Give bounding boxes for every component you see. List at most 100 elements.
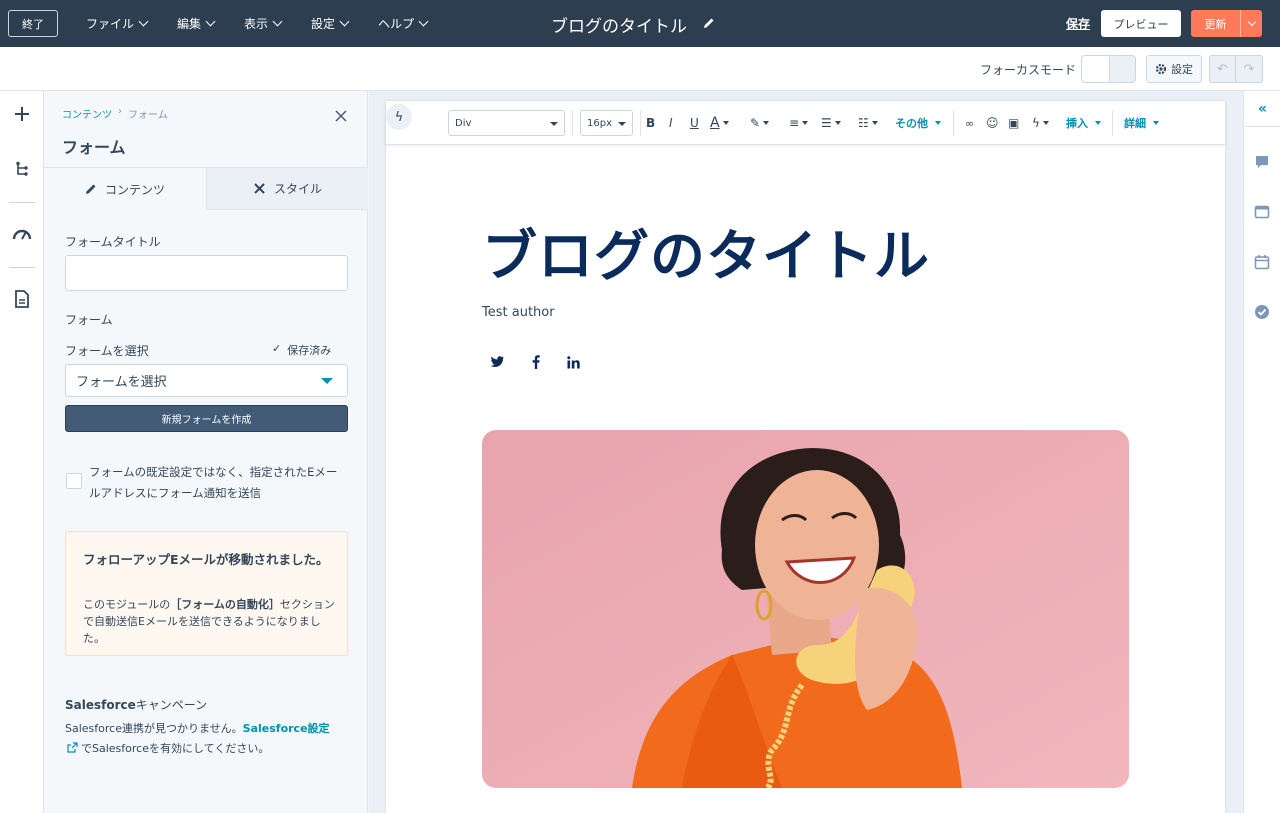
document-icon[interactable] <box>11 288 33 310</box>
form-title-input[interactable] <box>65 255 348 291</box>
bold-icon[interactable]: B <box>646 115 655 131</box>
add-icon[interactable] <box>11 103 33 125</box>
caret-down-icon <box>1095 121 1101 125</box>
preview-button[interactable]: プレビュー <box>1101 10 1181 37</box>
comment-icon[interactable] <box>1254 154 1270 170</box>
structure-tree-icon[interactable] <box>11 158 33 180</box>
menu-view[interactable]: 表示 <box>244 15 283 32</box>
personalize-icon[interactable]: ϟ <box>1032 115 1049 131</box>
toolbar-divider <box>1112 110 1113 136</box>
toggle-knob <box>1082 56 1110 82</box>
image-icon[interactable]: ▣ <box>1008 115 1019 131</box>
more-menu[interactable]: その他 <box>895 115 941 131</box>
menu-file[interactable]: ファイル <box>86 15 149 32</box>
collapse-double-chevron-icon[interactable]: « <box>1244 91 1280 127</box>
breadcrumb: コンテンツ › フォーム <box>62 106 168 121</box>
toolbar-divider <box>953 110 954 136</box>
caret-down-icon <box>1042 121 1049 125</box>
caret-down-icon <box>722 121 729 125</box>
redo-icon[interactable]: ↷ <box>1236 56 1262 82</box>
left-rail <box>0 91 44 813</box>
check-icon: ✓ <box>272 342 282 355</box>
caret-down-icon <box>1153 121 1159 125</box>
top-bar: 終了 ファイル 編集 表示 設定 ヘルプ ブログのタイトル 保存 プレビュー 更… <box>0 0 1280 47</box>
numbered-list-icon[interactable]: ☷ <box>858 115 878 131</box>
notice-title: フォローアップEメールが移動されました。 <box>83 552 329 567</box>
document-title[interactable]: ブログのタイトル <box>551 12 715 37</box>
menu-help[interactable]: ヘルプ <box>378 15 429 32</box>
form-select[interactable]: フォームを選択 <box>65 364 348 397</box>
close-icon[interactable] <box>334 108 348 122</box>
advanced-menu[interactable]: 詳細 <box>1124 115 1159 131</box>
settings-button[interactable]: 設定 <box>1146 55 1202 83</box>
align-icon[interactable]: ≡ <box>789 115 809 131</box>
italic-icon[interactable]: I <box>669 115 673 131</box>
breadcrumb-current: フォーム <box>128 110 168 121</box>
post-author[interactable]: Test author <box>482 305 555 320</box>
update-dropdown-toggle[interactable] <box>1240 10 1262 37</box>
saved-status: ✓ 保存済み <box>272 342 332 357</box>
undo-icon[interactable]: ↶ <box>1210 56 1237 82</box>
exit-button[interactable]: 終了 <box>8 10 58 37</box>
tab-content[interactable]: コンテンツ <box>44 168 206 210</box>
tab-style[interactable]: スタイル <box>206 168 368 210</box>
highlight-icon[interactable]: ✎ <box>750 115 770 131</box>
pencil-icon <box>85 184 96 194</box>
caret-down-icon <box>871 121 878 125</box>
twitter-icon[interactable] <box>489 354 505 370</box>
salesforce-settings-link[interactable]: Salesforce設定 <box>243 722 330 735</box>
right-rail: « <box>1243 91 1280 813</box>
featured-image[interactable] <box>482 430 1129 788</box>
notice-box: フォローアップEメールが移動されました。 このモジュールの［フォームの自動化］セ… <box>65 531 348 656</box>
focus-mode-label: フォーカスモード <box>980 63 1077 77</box>
toolbar-divider <box>572 110 573 136</box>
optimization-check-icon[interactable] <box>1254 304 1270 320</box>
chevron-down-icon <box>272 16 283 27</box>
notice-body: このモジュールの［フォームの自動化］セクションで自動送信Eメールを送信できるよう… <box>83 598 335 645</box>
pencil-icon[interactable] <box>703 17 715 33</box>
chevron-down-icon <box>339 16 350 27</box>
divider <box>9 202 35 203</box>
font-size-select[interactable]: 16px <box>580 110 633 136</box>
form-section-label: フォーム <box>65 313 113 327</box>
chevron-down-icon <box>1247 17 1256 27</box>
text-color-icon[interactable]: A <box>710 115 729 131</box>
caret-down-icon <box>763 121 770 125</box>
notification-email-checkbox-label: フォームの既定設定ではなく、指定されたEメールアドレスにフォーム通知を送信 <box>89 465 338 500</box>
underline-icon[interactable]: U <box>690 115 699 131</box>
salesforce-campaign-label: Salesforceキャンペーン <box>65 698 208 712</box>
caret-down-icon <box>321 378 333 384</box>
external-link-icon[interactable] <box>67 742 78 753</box>
caret-down-icon <box>935 121 941 125</box>
breadcrumb-content-link[interactable]: コンテンツ <box>62 106 112 121</box>
panel-title: フォーム <box>62 138 126 157</box>
lightning-icon[interactable]: ϟ <box>386 104 412 130</box>
post-title[interactable]: ブログのタイトル <box>482 211 930 291</box>
notification-email-checkbox[interactable] <box>66 473 82 489</box>
update-button[interactable]: 更新 <box>1191 10 1262 37</box>
speedometer-icon[interactable] <box>11 223 33 245</box>
caret-down-icon <box>834 121 841 125</box>
calendar-icon[interactable] <box>1254 254 1270 270</box>
browser-preview-icon[interactable] <box>1254 204 1270 220</box>
caret-down-icon <box>550 122 558 126</box>
bulleted-list-icon[interactable]: ☰ <box>821 115 841 131</box>
facebook-icon[interactable] <box>528 354 544 370</box>
emoji-icon[interactable]: ☺ <box>986 115 999 131</box>
insert-menu[interactable]: 挿入 <box>1066 115 1101 131</box>
form-title-label: フォームタイトル <box>65 235 161 249</box>
link-icon[interactable]: ∞ <box>965 115 974 131</box>
menu-settings[interactable]: 設定 <box>311 15 350 32</box>
module-panel: コンテンツ › フォーム フォーム コンテンツ スタイル フォームタイトル フォ… <box>44 91 368 813</box>
panel-tabs: コンテンツ スタイル <box>44 167 368 210</box>
menu-edit[interactable]: 編集 <box>177 15 216 32</box>
breadcrumb-separator: › <box>118 106 122 117</box>
create-form-button[interactable]: 新規フォームを作成 <box>65 405 348 432</box>
linkedin-icon[interactable] <box>565 354 581 370</box>
divider <box>9 267 35 268</box>
focus-mode-toggle[interactable] <box>1081 55 1136 83</box>
gear-icon <box>1155 63 1167 75</box>
block-type-select[interactable]: Div <box>448 110 565 136</box>
save-link[interactable]: 保存 <box>1066 15 1090 32</box>
select-form-label: フォームを選択 <box>65 344 149 358</box>
